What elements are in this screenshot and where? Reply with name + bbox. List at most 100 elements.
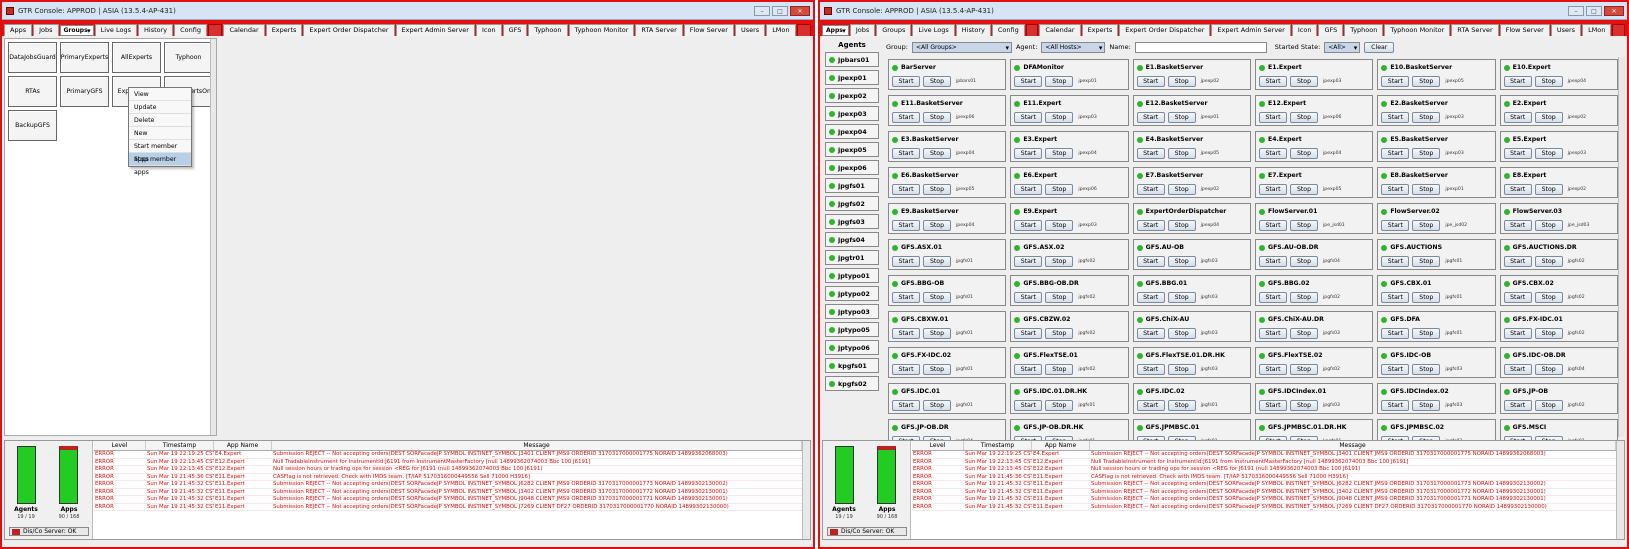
- start-button[interactable]: Start: [892, 364, 920, 375]
- stop-button[interactable]: Stop: [923, 76, 951, 87]
- stop-button[interactable]: Stop: [923, 184, 951, 195]
- stop-button[interactable]: Stop: [1412, 220, 1441, 231]
- start-button[interactable]: Start: [1381, 220, 1410, 231]
- start-button[interactable]: Start: [1014, 364, 1043, 375]
- stop-button[interactable]: Stop: [1290, 328, 1318, 339]
- log-row[interactable]: ERROR Sun Mar 19 21:45:32 CST E11.Expert Su…: [94, 481, 802, 489]
- tab-typhoon[interactable]: Typhoon: [1344, 24, 1384, 36]
- tab-users[interactable]: Users: [734, 24, 766, 36]
- stop-button[interactable]: Stop: [1534, 112, 1563, 123]
- start-button[interactable]: Start: [892, 76, 920, 87]
- log-row[interactable]: ERROR Sun Mar 19 21:45:32 CST E11.Expert Su…: [94, 496, 802, 504]
- stop-button[interactable]: Stop: [923, 256, 951, 267]
- stop-button[interactable]: Stop: [1534, 220, 1563, 231]
- group-box[interactable]: RTAs: [8, 76, 57, 107]
- start-button[interactable]: Start: [892, 292, 920, 303]
- stop-button[interactable]: Stop: [1167, 328, 1196, 339]
- stop-button[interactable]: Stop: [1167, 292, 1196, 303]
- stop-button[interactable]: Stop: [1412, 292, 1441, 303]
- tab-expert-admin-server[interactable]: Expert Admin Server: [1211, 24, 1291, 36]
- start-button[interactable]: Start: [1136, 76, 1165, 87]
- name-filter-input[interactable]: [1134, 41, 1267, 53]
- start-button[interactable]: Start: [1259, 400, 1287, 411]
- start-button[interactable]: Start: [1381, 292, 1410, 303]
- agent-item[interactable]: kpgfs01: [825, 358, 879, 373]
- stop-button[interactable]: Stop: [923, 220, 951, 231]
- tab-groups[interactable]: Groups: [876, 24, 912, 36]
- tab-jobs[interactable]: Jobs: [33, 24, 59, 36]
- stop-button[interactable]: Stop: [1534, 256, 1563, 267]
- start-button[interactable]: Start: [1136, 400, 1165, 411]
- stop-button[interactable]: Stop: [1167, 364, 1196, 375]
- stop-button[interactable]: Stop: [923, 292, 951, 303]
- start-button[interactable]: Start: [1259, 76, 1287, 87]
- log-row[interactable]: ERROR Sun Mar 19 22:13:45 CST E12.Expert Nu…: [94, 466, 802, 474]
- stop-button[interactable]: Stop: [1167, 112, 1196, 123]
- start-button[interactable]: Start: [1381, 76, 1410, 87]
- agent-item[interactable]: jptypo01: [825, 268, 879, 283]
- log-row[interactable]: ERROR Sun Mar 19 22:13:45 CST E12.Expert Nu…: [912, 466, 1616, 474]
- agent-item[interactable]: jptypo05: [825, 322, 879, 337]
- start-button[interactable]: Start: [1014, 76, 1043, 87]
- stop-button[interactable]: Stop: [1290, 148, 1318, 159]
- start-button[interactable]: Start: [1014, 328, 1043, 339]
- stop-button[interactable]: Stop: [1045, 364, 1074, 375]
- context-menu-item[interactable]: Delete: [129, 114, 191, 127]
- start-button[interactable]: Start: [1381, 400, 1410, 411]
- tab-alert-19[interactable]: [796, 24, 811, 36]
- log-row[interactable]: ERROR Sun Mar 19 22:13:45 CST E12.Expert Nu…: [912, 459, 1616, 466]
- tab-lmon[interactable]: LMon: [766, 24, 796, 36]
- tab-alert-6[interactable]: [1025, 24, 1039, 36]
- app-grid-scrollbar[interactable]: [1618, 57, 1625, 437]
- start-button[interactable]: Start: [892, 220, 920, 231]
- stop-button[interactable]: Stop: [1412, 400, 1441, 411]
- tab-history[interactable]: History: [955, 24, 991, 36]
- start-button[interactable]: Start: [892, 256, 920, 267]
- start-button[interactable]: Start: [1014, 220, 1043, 231]
- stop-button[interactable]: Stop: [1290, 364, 1318, 375]
- minimize-icon[interactable]: –: [754, 5, 770, 16]
- context-menu-item[interactable]: Start member apps: [129, 140, 191, 163]
- stop-button[interactable]: Stop: [1167, 256, 1196, 267]
- start-button[interactable]: Start: [1381, 328, 1410, 339]
- agent-item[interactable]: jpexp01: [825, 70, 879, 85]
- agent-item[interactable]: kpgfs02: [825, 376, 879, 391]
- group-filter-select[interactable]: <All Groups>: [911, 41, 1012, 53]
- started-state-select[interactable]: <All>: [1324, 41, 1361, 53]
- stop-button[interactable]: Stop: [1045, 292, 1074, 303]
- stop-button[interactable]: Stop: [1290, 76, 1318, 87]
- log-col-timestamp[interactable]: Timestamp: [964, 441, 1032, 450]
- tab-live-logs[interactable]: Live Logs: [912, 24, 955, 36]
- log-row[interactable]: ERROR Sun Mar 19 21:45:32 CST E11.Expert Su…: [912, 489, 1616, 496]
- start-button[interactable]: Start: [1381, 184, 1410, 195]
- log-col-message[interactable]: Message: [272, 441, 802, 450]
- start-button[interactable]: Start: [892, 328, 920, 339]
- context-menu-item[interactable]: View: [129, 88, 191, 101]
- stop-button[interactable]: Stop: [923, 364, 951, 375]
- agent-item[interactable]: jpbars01: [825, 52, 879, 67]
- tab-apps[interactable]: Apps: [4, 24, 33, 36]
- log-col-message[interactable]: Message: [1090, 441, 1616, 450]
- stop-button[interactable]: Stop: [1167, 148, 1196, 159]
- start-button[interactable]: Start: [1503, 184, 1532, 195]
- start-button[interactable]: Start: [892, 400, 920, 411]
- close-icon[interactable]: ✕: [1604, 5, 1624, 16]
- stop-button[interactable]: Stop: [1045, 184, 1074, 195]
- stop-button[interactable]: Stop: [1045, 76, 1074, 87]
- stop-button[interactable]: Stop: [1045, 112, 1074, 123]
- stop-button[interactable]: Stop: [1412, 256, 1441, 267]
- stop-button[interactable]: Stop: [1290, 292, 1318, 303]
- log-row[interactable]: ERROR Sun Mar 19 21:45:32 CST E11.Expert Su…: [94, 489, 802, 496]
- tab-experts[interactable]: Experts: [1081, 24, 1119, 36]
- start-button[interactable]: Start: [1136, 364, 1165, 375]
- start-button[interactable]: Start: [1381, 364, 1410, 375]
- start-button[interactable]: Start: [1014, 292, 1043, 303]
- tab-icon[interactable]: Icon: [1291, 24, 1318, 36]
- tab-alert-19[interactable]: [1612, 24, 1625, 36]
- start-button[interactable]: Start: [1381, 148, 1410, 159]
- tab-config[interactable]: Config: [174, 24, 207, 36]
- stop-button[interactable]: Stop: [923, 400, 951, 411]
- tab-apps[interactable]: Apps: [822, 25, 849, 36]
- stop-button[interactable]: Stop: [1412, 148, 1441, 159]
- start-button[interactable]: Start: [1136, 220, 1165, 231]
